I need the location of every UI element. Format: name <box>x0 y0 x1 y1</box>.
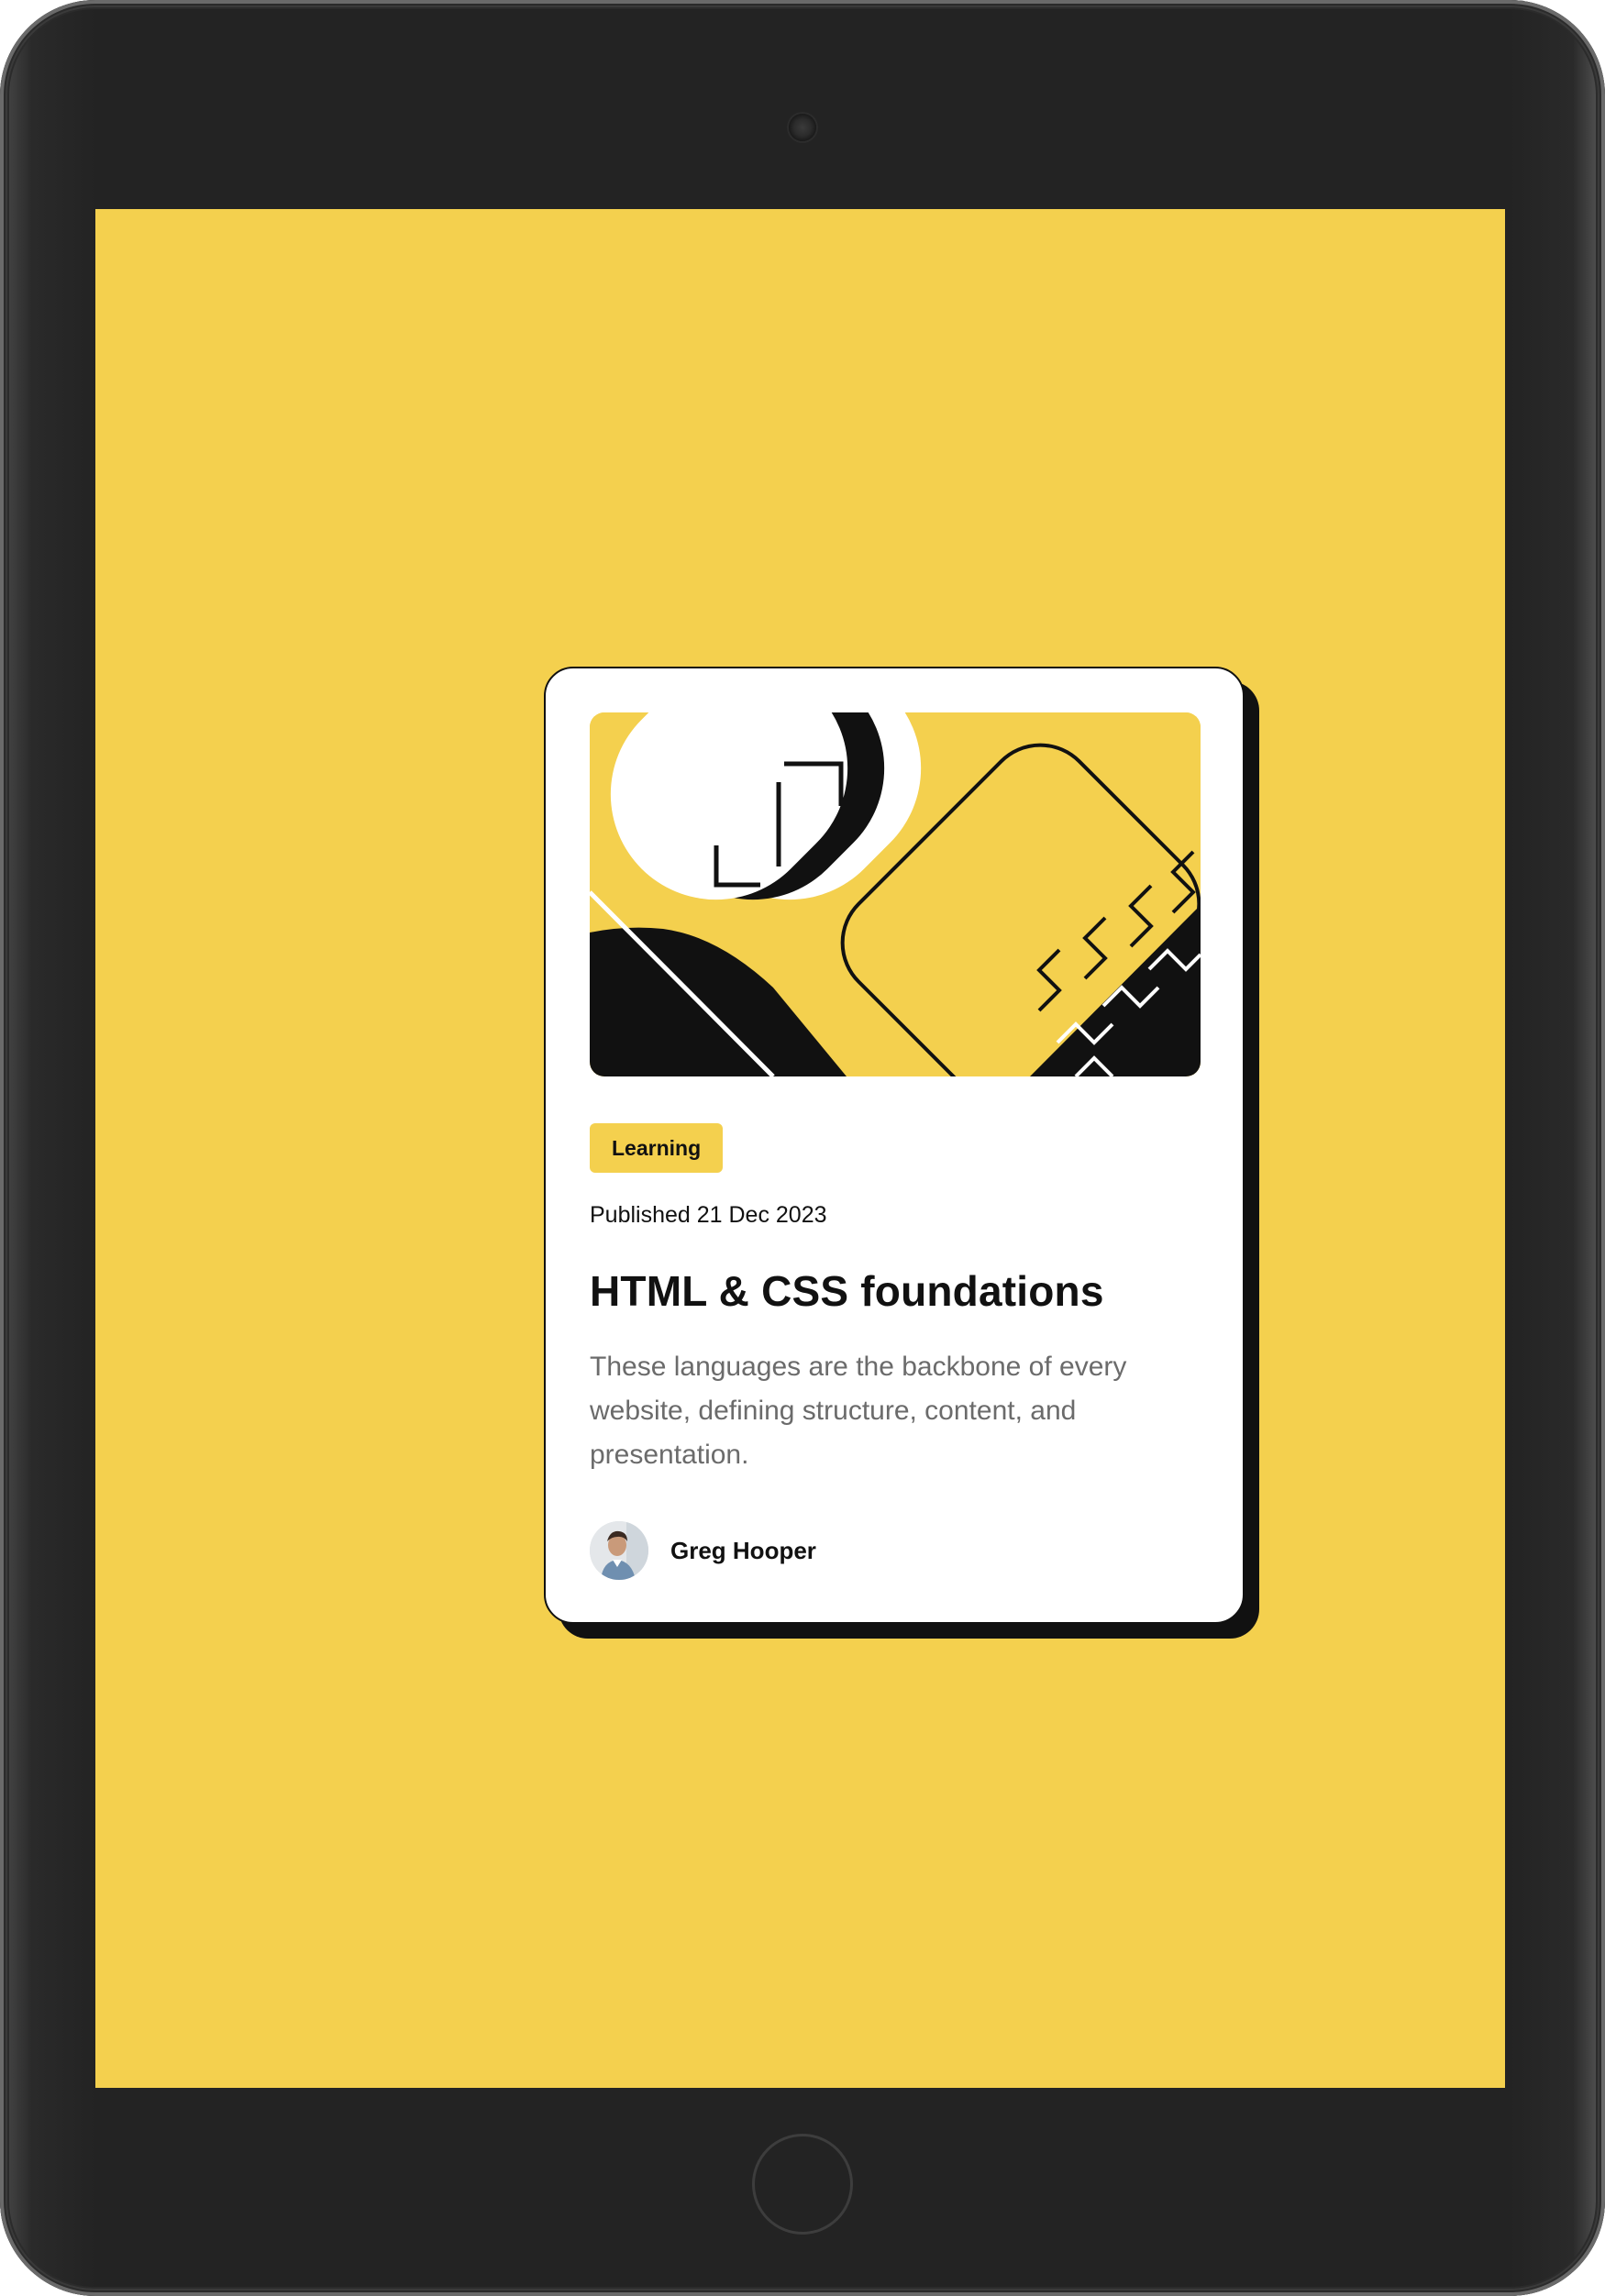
author: Greg Hooper <box>590 1521 816 1580</box>
published-date: Published 21 Dec 2023 <box>590 1202 827 1228</box>
avatar <box>590 1521 648 1580</box>
blog-preview-card[interactable]: Learning Published 21 Dec 2023 HTML & CS… <box>544 667 1245 1624</box>
author-name: Greg Hooper <box>670 1536 816 1564</box>
front-camera-icon <box>789 114 816 141</box>
home-button[interactable] <box>752 2134 853 2235</box>
screen: Learning Published 21 Dec 2023 HTML & CS… <box>95 209 1505 2088</box>
tablet-device-frame: Learning Published 21 Dec 2023 HTML & CS… <box>0 0 1605 2296</box>
card-illustration <box>590 712 1201 1076</box>
category-tag: Learning <box>590 1123 724 1173</box>
card-description: These languages are the backbone of ever… <box>590 1352 1127 1470</box>
card-title[interactable]: HTML & CSS foundations <box>590 1266 1104 1316</box>
